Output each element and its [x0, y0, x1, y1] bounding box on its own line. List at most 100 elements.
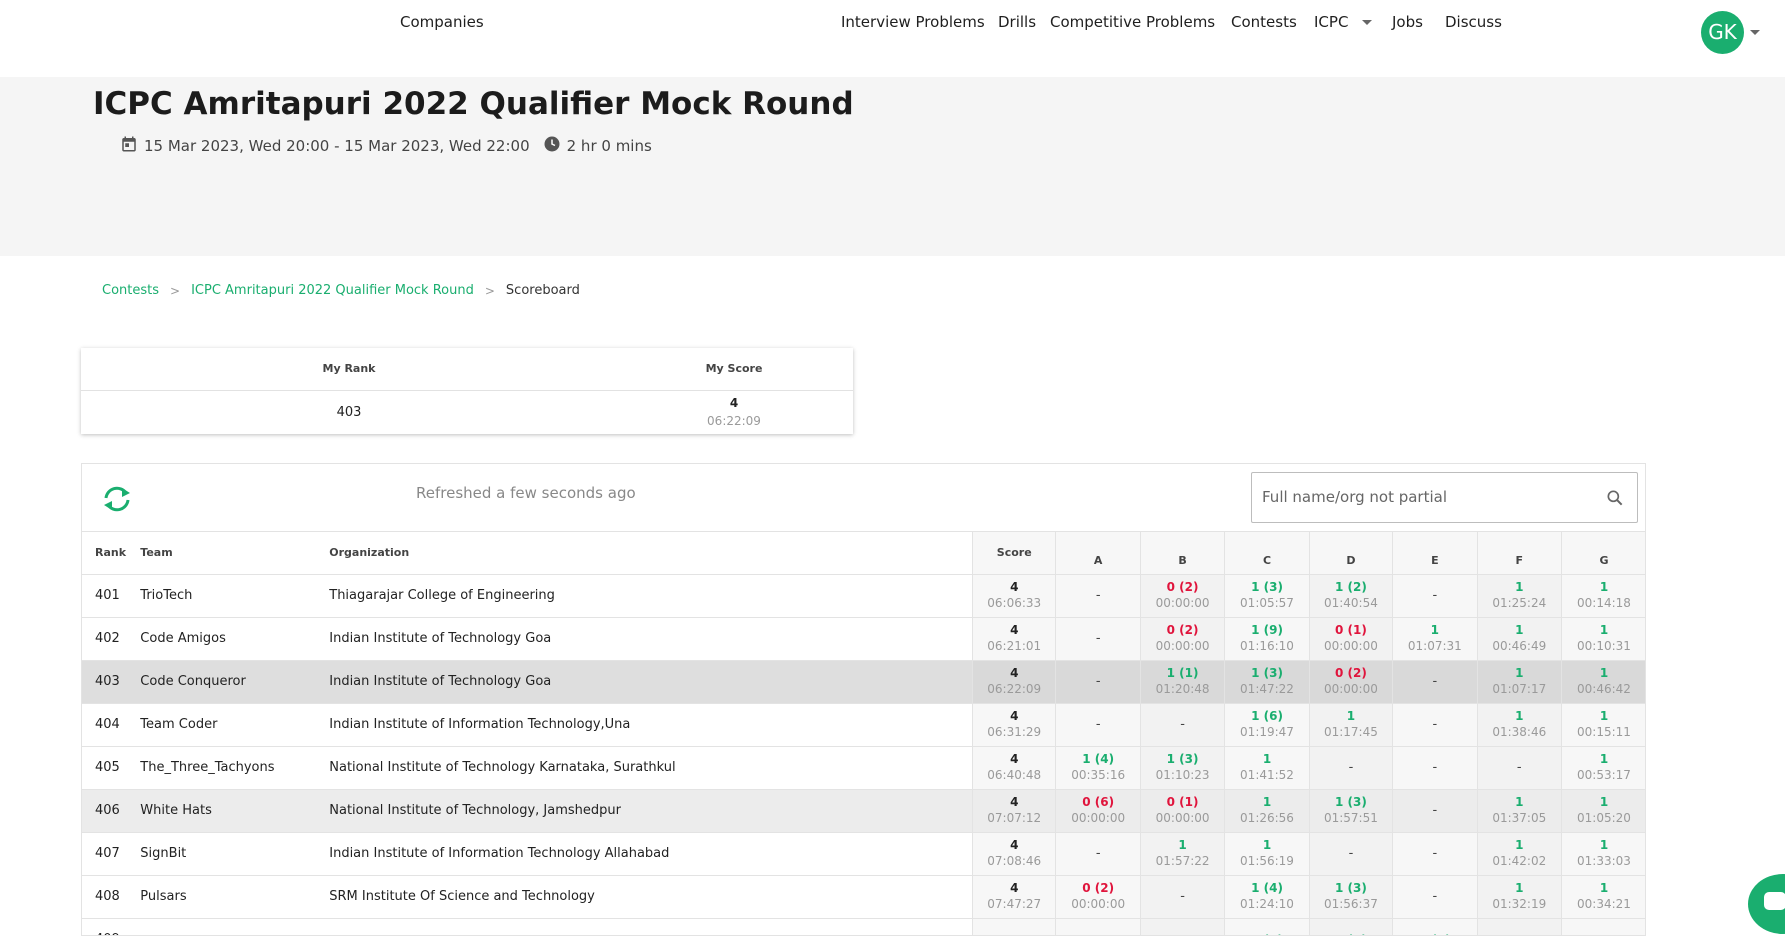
problem-result: 1 [1515, 881, 1524, 895]
problem-time: 01:16:10 [1240, 639, 1294, 653]
nav-icpc[interactable]: ICPC [1314, 13, 1373, 31]
column-problem-e[interactable]: E [1392, 532, 1478, 575]
cell-rank: 409 [82, 918, 141, 935]
cell-team[interactable]: TrioTech [140, 574, 330, 618]
problem-result: - [1432, 717, 1438, 732]
problem-result: - [1432, 846, 1438, 861]
cell-problem-d: 1 (3) 01:56:37 [1308, 875, 1393, 919]
problem-result: 1 [1599, 666, 1609, 680]
table-row[interactable]: 401 TrioTech Thiagarajar College of Engine… [82, 574, 1645, 618]
problem-result: 1 [1599, 881, 1609, 895]
chat-button[interactable] [1748, 874, 1785, 934]
column-problem-g[interactable]: G [1560, 532, 1645, 575]
table-row[interactable]: 405 The_Three_Tachyons National Institute … [82, 746, 1645, 790]
cell-problem-b: 0 (2) 00:00:00 [1139, 617, 1225, 661]
problem-result: 1 (2) [1335, 580, 1367, 594]
cell-problem-e: - [1392, 660, 1478, 704]
refresh-icon[interactable] [100, 484, 134, 518]
cell-problem-e: - [1392, 574, 1478, 618]
cell-rank: 404 [82, 703, 141, 747]
cell-team[interactable]: Pulsars [140, 875, 330, 919]
cell-problem-a: - [1055, 660, 1141, 704]
chat-icon [1764, 892, 1785, 910]
column-problem-c[interactable]: C [1224, 532, 1310, 575]
my-score-label: My Score [705, 362, 763, 375]
nav-drills[interactable]: Drills [998, 13, 1036, 31]
breadcrumb-contest[interactable]: ICPC Amritapuri 2022 Qualifier Mock Roun… [191, 283, 474, 298]
problem-time: 01:17:45 [1323, 725, 1378, 739]
problem-result: 1 [1515, 623, 1524, 637]
problem-result: 1 [1515, 709, 1524, 723]
nav-contests[interactable]: Contests [1231, 13, 1297, 31]
table-row[interactable]: 407 SignBit Indian Institute of Informatio… [82, 832, 1645, 876]
table-row[interactable]: 406 White Hats National Institute of Techn… [82, 789, 1645, 833]
table-row[interactable]: 409 4 1 (3)1 (2)1 (4) 1 [82, 918, 1645, 936]
cell-team[interactable]: Code Amigos [140, 617, 330, 661]
cell-problem-f: - [1476, 746, 1562, 790]
cell-problem-a: - [1055, 574, 1141, 618]
column-problem-d[interactable]: D [1308, 532, 1393, 575]
column-organization: Organization [329, 532, 973, 575]
cell-score: 4 06:31:29 [972, 703, 1056, 747]
score-value: 4 [1010, 623, 1019, 637]
cell-problem-e: - [1392, 703, 1478, 747]
score-value: 4 [1010, 580, 1019, 594]
chevron-down-icon[interactable] [1750, 30, 1760, 35]
cell-problem-a: - [1055, 832, 1141, 876]
problem-result: 1 (9) [1251, 623, 1283, 637]
score-time: 07:07:12 [987, 811, 1042, 825]
table-row[interactable]: 404 Team Coder Indian Institute of Informa… [82, 703, 1645, 747]
my-rank-card-header: My Rank My Score [81, 348, 853, 391]
score-value: 4 [1010, 881, 1019, 895]
cell-problem-d: - [1308, 746, 1393, 790]
score-value: 4 [973, 932, 1055, 936]
search-icon[interactable] [1605, 488, 1625, 512]
nav-competitive-problems[interactable]: Competitive Problems [1050, 13, 1215, 31]
cell-problem-a: 1 (4) 00:35:16 [1055, 746, 1141, 790]
problem-result: 1 [1262, 838, 1272, 852]
cell-problem-e: 1 01:07:31 [1392, 617, 1478, 661]
column-problem-b[interactable]: B [1139, 532, 1225, 575]
breadcrumb-contests[interactable]: Contests [102, 283, 159, 298]
problem-result: 0 (1) [1166, 795, 1199, 809]
cell-problem-c: 1 (4) 01:24:10 [1224, 875, 1310, 919]
nav-discuss[interactable]: Discuss [1445, 13, 1502, 31]
cell-problem-b: - [1139, 703, 1225, 747]
cell-team[interactable]: White Hats [140, 789, 330, 833]
problem-result: 1 [1515, 580, 1524, 594]
problem-time: 00:00:00 [1155, 811, 1210, 825]
score-time: 06:06:33 [987, 596, 1042, 610]
avatar[interactable]: GK [1701, 11, 1744, 54]
problem-result: 1 [1599, 838, 1609, 852]
table-row[interactable]: 402 Code Amigos Indian Institute of Techno… [82, 617, 1645, 661]
problem-time: 01:32:19 [1492, 897, 1547, 911]
problem-result: 1 (3) [1335, 795, 1367, 809]
cell-team[interactable]: The_Three_Tachyons [140, 746, 330, 790]
problem-time: 01:24:10 [1240, 897, 1294, 911]
table-row[interactable]: 408 Pulsars SRM Institute Of Science and T… [82, 875, 1645, 919]
cell-problem-f: 1 00:46:49 [1476, 617, 1562, 661]
cell-problem-b: 0 (2) 00:00:00 [1139, 574, 1225, 618]
problem-time: 01:05:57 [1240, 596, 1294, 610]
problem-result: 1 [1262, 795, 1272, 809]
problem-result: 1 (4) [1251, 881, 1283, 895]
nav-jobs[interactable]: Jobs [1392, 13, 1423, 31]
cell-team[interactable] [140, 918, 330, 935]
nav-icpc-label: ICPC [1314, 13, 1349, 31]
nav-interview-problems[interactable]: Interview Problems [841, 13, 985, 31]
nav-companies[interactable]: Companies [400, 13, 484, 31]
problem-time: 00:00:00 [1071, 897, 1126, 911]
search-field[interactable] [1251, 472, 1638, 523]
cell-team[interactable]: SignBit [140, 832, 330, 876]
cell-team[interactable]: Team Coder [140, 703, 330, 747]
score-value: 4 [1010, 838, 1019, 852]
cell-problem-b: 0 (1) 00:00:00 [1139, 789, 1225, 833]
top-navbar: Companies Interview Problems Drills Comp… [0, 0, 1785, 77]
search-input[interactable] [1262, 485, 1582, 509]
problem-result: - [1180, 717, 1185, 732]
cell-team[interactable]: Code Conqueror [140, 660, 330, 704]
table-header: Rank Team Organization Score A B C D E F… [82, 532, 1645, 575]
column-problem-f[interactable]: F [1476, 532, 1562, 575]
table-row[interactable]: 403 Code Conqueror Indian Institute of Tec… [82, 660, 1645, 704]
column-problem-a[interactable]: A [1055, 532, 1141, 575]
